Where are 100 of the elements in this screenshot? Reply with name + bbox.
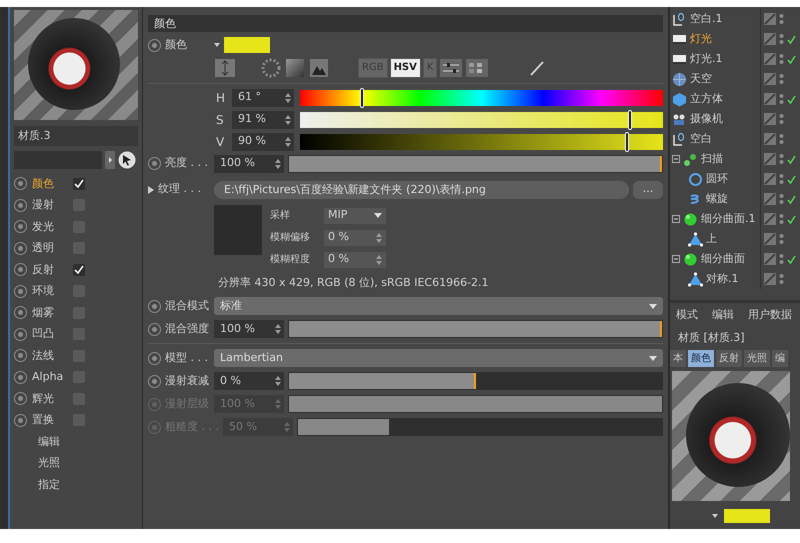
check-icon[interactable] xyxy=(787,174,796,184)
picture-icon[interactable] xyxy=(308,58,330,78)
channel-label[interactable]: 反射 xyxy=(32,262,68,278)
layer-toggle-icon[interactable] xyxy=(764,13,776,25)
check-icon[interactable] xyxy=(787,214,796,224)
visibility-dots-icon[interactable] xyxy=(779,133,784,145)
spinner-icon[interactable] xyxy=(376,254,382,264)
keyframe-icon[interactable] xyxy=(14,306,27,320)
number-field[interactable]: 100 % xyxy=(214,154,284,172)
keyframe-icon[interactable] xyxy=(14,284,27,298)
channel-label[interactable]: 环境 xyxy=(32,283,68,300)
visibility-dots-icon[interactable] xyxy=(779,233,784,245)
object-name[interactable]: 扫描 xyxy=(701,150,723,168)
visibility-dots-icon[interactable] xyxy=(779,53,784,65)
keyframe-icon[interactable] xyxy=(148,157,161,170)
object-name[interactable]: 灯光.1 xyxy=(690,50,722,68)
channel-label[interactable]: 发光 xyxy=(32,218,68,235)
visibility-dots-icon[interactable] xyxy=(779,73,784,85)
spinner-icon[interactable] xyxy=(285,92,291,102)
visibility-dots-icon[interactable] xyxy=(779,13,784,25)
gradient-square-icon[interactable] xyxy=(284,58,306,78)
keyframe-icon[interactable] xyxy=(14,392,27,406)
slider-thumb[interactable] xyxy=(624,132,629,152)
layer-toggle-icon[interactable] xyxy=(764,93,776,105)
object-name[interactable]: 圆环 xyxy=(706,170,728,188)
number-field[interactable]: 91 % xyxy=(232,110,294,128)
channel-label[interactable]: 凹凸 xyxy=(32,326,68,342)
channel-label[interactable]: 颜色 xyxy=(32,176,68,192)
collapse-icon[interactable] xyxy=(672,215,680,223)
visibility-dots-icon[interactable] xyxy=(779,173,784,185)
color-swatch[interactable] xyxy=(724,509,770,523)
channel-label[interactable]: 编辑 xyxy=(38,434,60,450)
collapse-icon[interactable] xyxy=(672,155,680,163)
layer-toggle-icon[interactable] xyxy=(764,133,776,145)
check-icon[interactable] xyxy=(787,254,796,264)
layer-toggle-icon[interactable] xyxy=(764,73,776,85)
layer-toggle-icon[interactable] xyxy=(764,233,776,245)
object-name[interactable]: 灯光 xyxy=(690,30,712,48)
spectrum-icon[interactable] xyxy=(214,58,236,78)
visibility-dots-icon[interactable] xyxy=(779,93,784,105)
visibility-dots-icon[interactable] xyxy=(779,33,784,45)
channel-label[interactable]: Alpha xyxy=(32,369,68,386)
spinner-icon[interactable] xyxy=(275,324,281,334)
keyframe-icon[interactable] xyxy=(14,349,27,362)
channel-label[interactable]: 置换 xyxy=(32,412,68,428)
gradient-slider[interactable] xyxy=(300,134,663,150)
keyframe-icon[interactable] xyxy=(14,263,27,276)
tab[interactable]: 颜色 xyxy=(688,350,714,367)
visibility-dots-icon[interactable] xyxy=(779,213,784,225)
object-name[interactable]: 天空 xyxy=(690,70,712,88)
keyframe-icon[interactable] xyxy=(14,220,27,234)
check-icon[interactable] xyxy=(787,194,796,204)
visibility-dots-icon[interactable] xyxy=(779,113,784,125)
object-name[interactable]: 立方体 xyxy=(690,90,723,108)
tab[interactable]: 编 xyxy=(772,350,788,367)
menu-item[interactable]: 编辑 xyxy=(712,307,734,324)
slider-thumb[interactable] xyxy=(360,88,364,108)
keyframe-icon[interactable] xyxy=(148,300,161,312)
keyframe-icon[interactable] xyxy=(14,242,27,255)
visibility-dots-icon[interactable] xyxy=(779,193,784,205)
channel-label[interactable]: 法线 xyxy=(32,348,68,364)
check-icon[interactable] xyxy=(787,154,796,164)
color-mode-button[interactable]: HSV xyxy=(390,58,421,78)
object-name[interactable]: 细分曲面 xyxy=(701,250,745,268)
spinner-icon[interactable] xyxy=(275,376,281,386)
mode-dropdown[interactable]: Lambertian xyxy=(214,349,663,367)
channel-label[interactable]: 漫射 xyxy=(32,197,68,214)
expand-triangle-icon[interactable] xyxy=(148,186,154,194)
channel-label[interactable]: 烟雾 xyxy=(32,304,68,321)
keyframe-icon[interactable] xyxy=(148,322,161,336)
pointer-icon[interactable] xyxy=(118,151,136,169)
number-field[interactable]: 90 % xyxy=(232,132,294,150)
visibility-dots-icon[interactable] xyxy=(779,253,784,265)
tab[interactable]: 反射 xyxy=(716,350,742,367)
keyframe-icon[interactable] xyxy=(14,414,27,427)
texture-path-field[interactable]: E:\ffj\Pictures\百度经验\新建文件夹 (220)\表情.png xyxy=(214,180,629,198)
color-wheel-icon[interactable] xyxy=(260,58,282,78)
layer-toggle-icon[interactable] xyxy=(764,173,776,185)
visibility-dots-icon[interactable] xyxy=(779,273,784,285)
keyframe-icon[interactable] xyxy=(148,352,161,364)
caret-icon[interactable] xyxy=(712,514,718,518)
channel-label[interactable]: 光照 xyxy=(38,455,60,472)
check-icon[interactable] xyxy=(787,34,796,44)
object-name[interactable]: 对称.1 xyxy=(706,270,738,288)
slider-track[interactable] xyxy=(288,372,663,390)
channel-label[interactable]: 透明 xyxy=(32,240,68,256)
object-name[interactable]: 空白 xyxy=(690,130,712,148)
gradient-slider[interactable] xyxy=(300,90,663,106)
tab[interactable]: 本 xyxy=(670,350,686,367)
swatches-icon[interactable] xyxy=(465,58,490,78)
spinner-icon[interactable] xyxy=(275,158,281,168)
color-swatch[interactable] xyxy=(224,37,270,54)
layer-toggle-icon[interactable] xyxy=(764,253,776,265)
channel-label[interactable]: 辉光 xyxy=(32,390,68,407)
slider-thumb[interactable] xyxy=(628,110,632,130)
spinner-icon[interactable] xyxy=(376,232,382,242)
keyframe-icon[interactable] xyxy=(148,374,161,388)
object-name[interactable]: 摄像机 xyxy=(690,110,723,128)
sampling-dropdown[interactable]: MIP xyxy=(324,208,386,224)
layer-toggle-icon[interactable] xyxy=(764,273,776,285)
